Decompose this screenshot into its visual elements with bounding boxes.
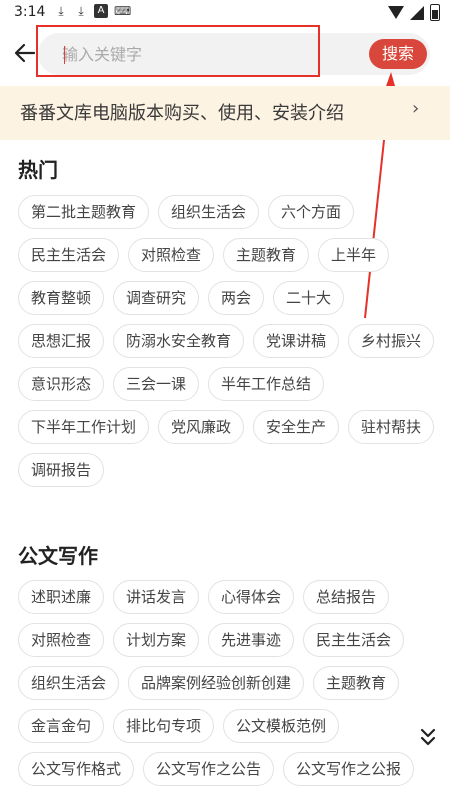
tag-chip[interactable]: 民主生活会 (303, 623, 405, 657)
tag-chip[interactable]: 安全生产 (253, 410, 340, 444)
tag-chip[interactable]: 调查研究 (113, 281, 200, 315)
text-cursor (64, 46, 65, 64)
tag-chip[interactable]: 主题教育 (223, 238, 310, 272)
download-icon: ⤓ (58, 4, 64, 18)
signal-icon (410, 5, 424, 20)
banner-text[interactable]: 番番文库电脑版本购买、使用、安装介绍 (20, 99, 344, 125)
battery-icon (430, 4, 440, 21)
tag-chip[interactable]: 党课讲稿 (253, 324, 340, 358)
text-a-icon: A (94, 4, 108, 18)
tag-chip[interactable]: 防溺水安全教育 (113, 324, 245, 358)
tag-chip[interactable]: 乡村振兴 (348, 324, 435, 358)
tag-chip[interactable]: 公文写作之公报 (283, 752, 415, 786)
tag-chip[interactable]: 下半年工作计划 (18, 410, 150, 444)
search-input[interactable] (62, 40, 312, 68)
tag-chip[interactable]: 组织生活会 (158, 195, 260, 229)
section-title-writing: 公文写作 (18, 544, 98, 568)
tag-chip[interactable]: 二十大 (273, 281, 345, 315)
tag-chip[interactable]: 品牌案例经验创新创建 (128, 666, 305, 700)
tag-chip[interactable]: 教育整顿 (18, 281, 105, 315)
tag-chip[interactable]: 党风廉政 (158, 410, 245, 444)
tag-chip[interactable]: 计划方案 (113, 623, 200, 657)
tag-chip[interactable]: 两会 (208, 281, 265, 315)
keyboard-icon: ⌨ (114, 4, 132, 18)
tag-chip[interactable]: 排比句专项 (113, 709, 215, 743)
expand-down-icon[interactable] (418, 726, 438, 748)
tag-chip[interactable]: 意识形态 (18, 367, 105, 401)
tag-chip[interactable]: 三会一课 (113, 367, 200, 401)
tag-chip[interactable]: 总结报告 (303, 580, 390, 614)
tag-chip[interactable]: 心得体会 (208, 580, 295, 614)
tag-chip[interactable]: 先进事迹 (208, 623, 295, 657)
tag-chip[interactable]: 思想汇报 (18, 324, 105, 358)
writing-tag-list: 述职述廉 讲话发言 心得体会 总结报告对照检查 计划方案 先进事迹 民主生活会组织生活会 品牌… (18, 580, 418, 786)
back-arrow-icon[interactable] (12, 40, 38, 66)
tag-chip[interactable]: 组织生活会 (18, 666, 120, 700)
tag-chip[interactable]: 民主生活会 (18, 238, 120, 272)
tag-chip[interactable]: 讲话发言 (113, 580, 200, 614)
tag-chip[interactable]: 对照检查 (18, 623, 105, 657)
hot-tag-list: 第二批主题教育 组织生活会 六个方面民主生活会 对照检查 主题教育 上半年教育整顿 调查研究… (18, 195, 438, 487)
wifi-icon (388, 6, 404, 19)
tag-chip[interactable]: 主题教育 (313, 666, 400, 700)
status-notification-icons: ⤓ ⤓ A ⌨ (54, 4, 132, 18)
tag-chip[interactable]: 公文写作格式 (18, 752, 135, 786)
tag-chip[interactable]: 公文写作之公告 (143, 752, 275, 786)
tag-chip[interactable]: 金言金句 (18, 709, 105, 743)
tag-chip[interactable]: 公文模板范例 (223, 709, 340, 743)
search-button[interactable]: 搜索 (369, 39, 427, 69)
tag-chip[interactable]: 驻村帮扶 (348, 410, 435, 444)
tag-chip[interactable]: 六个方面 (268, 195, 355, 229)
tag-chip[interactable]: 上半年 (318, 238, 390, 272)
tag-chip[interactable]: 第二批主题教育 (18, 195, 150, 229)
tag-chip[interactable]: 对照检查 (128, 238, 215, 272)
status-bar: 3:14 ⤓ ⤓ A ⌨ (0, 0, 450, 24)
tag-chip[interactable]: 半年工作总结 (208, 367, 325, 401)
tag-chip[interactable]: 述职述廉 (18, 580, 105, 614)
chevron-right-icon[interactable]: › (412, 98, 419, 119)
section-title-hot: 热门 (18, 158, 58, 182)
tag-chip[interactable]: 调研报告 (18, 453, 105, 487)
status-time: 3:14 (14, 4, 46, 20)
download-icon: ⤓ (78, 4, 84, 18)
